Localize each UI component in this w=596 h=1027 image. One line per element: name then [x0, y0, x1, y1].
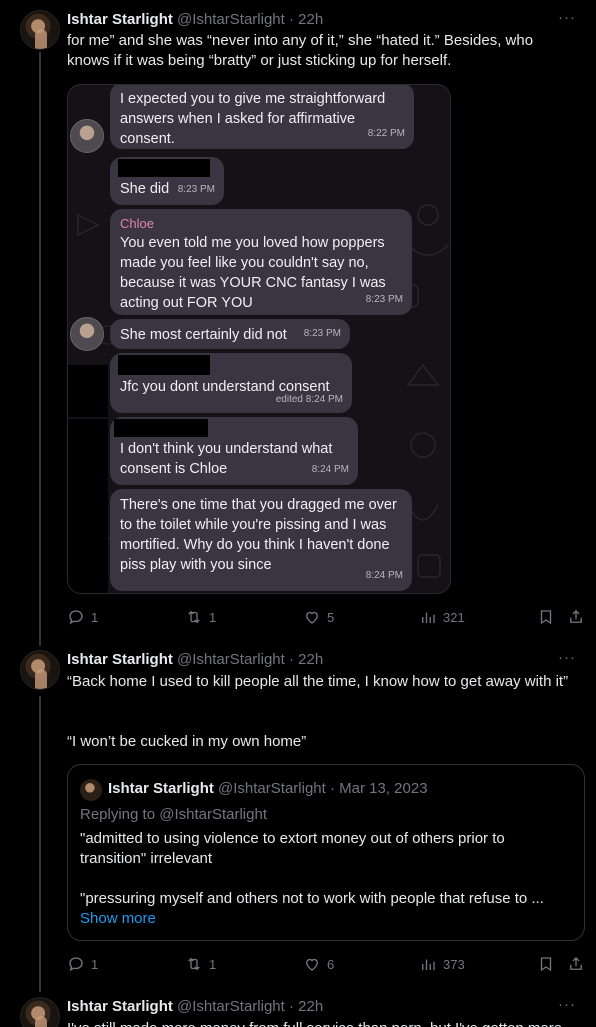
quoted-tweet[interactable]: Ishtar Starlight @IshtarStarlight · Mar …: [67, 764, 585, 941]
chat-message: Chloe You even told me you loved how pop…: [110, 209, 412, 315]
message-text: There's one time that you dragged me ove…: [120, 497, 397, 573]
separator: ·: [288, 998, 294, 1015]
redaction-box: [118, 355, 210, 375]
avatar[interactable]: [20, 997, 60, 1027]
separator: ·: [288, 11, 294, 28]
reply-count: 1: [91, 609, 99, 625]
tweet[interactable]: Ishtar Starlight @IshtarStarlight · 22h …: [0, 0, 596, 640]
sender-name: Chloe: [120, 216, 154, 231]
message-text: She most certainly did not: [120, 327, 287, 343]
more-icon[interactable]: ···: [558, 650, 576, 666]
repost-count: 1: [209, 956, 217, 972]
quoted-author-handle: @IshtarStarlight: [218, 780, 326, 797]
separator: ·: [288, 651, 294, 668]
redaction-box: [68, 419, 108, 593]
views-count: 321: [443, 609, 465, 625]
reply-icon: [69, 957, 83, 972]
quoted-header: Ishtar Starlight @IshtarStarlight · Mar …: [108, 779, 428, 799]
tweet-header: Ishtar Starlight @IshtarStarlight · 22h: [67, 650, 323, 670]
share-button[interactable]: [567, 955, 591, 973]
tweet-text: for me” and she was “never into any of i…: [67, 32, 534, 69]
share-icon: [570, 610, 582, 623]
like-icon: [306, 611, 318, 624]
message-time: 8:23 PM: [177, 184, 215, 195]
tweet-text: “Back home I used to kill people all the…: [67, 673, 569, 690]
views-button[interactable]: 321: [419, 608, 465, 626]
quoted-avatar: [80, 779, 102, 801]
like-button[interactable]: 5: [303, 608, 334, 626]
views-count: 373: [443, 956, 465, 972]
attached-image[interactable]: I expected you to give me straightforwar…: [67, 84, 451, 594]
chat-message: There's one time that you dragged me ove…: [110, 489, 412, 591]
tweet-header: Ishtar Starlight @IshtarStarlight · 22h: [67, 10, 323, 30]
author-name[interactable]: Ishtar Starlight: [67, 651, 173, 668]
more-icon[interactable]: ···: [558, 997, 576, 1013]
avatar[interactable]: [20, 10, 60, 50]
chat-message: I expected you to give me straightforwar…: [110, 85, 414, 149]
like-icon: [306, 958, 318, 971]
author-handle[interactable]: @IshtarStarlight: [177, 11, 285, 28]
like-button[interactable]: 6: [303, 955, 334, 973]
repost-button[interactable]: 1: [185, 608, 216, 626]
reply-button[interactable]: 1: [67, 955, 98, 973]
redaction-box: [68, 365, 108, 417]
message-time: 8:24 PM: [311, 464, 349, 475]
views-icon: [422, 959, 435, 970]
replying-to: Replying to @IshtarStarlight: [80, 806, 267, 823]
author-handle[interactable]: @IshtarStarlight: [177, 651, 285, 668]
repost-count: 1: [209, 609, 217, 625]
message-time: 8:23 PM: [303, 328, 341, 339]
repost-button[interactable]: 1: [185, 955, 216, 973]
message-time: 8:22 PM: [367, 128, 405, 139]
author-handle[interactable]: @IshtarStarlight: [177, 998, 285, 1015]
redaction-box: [114, 419, 208, 437]
message-text: She did: [120, 181, 170, 197]
like-count: 6: [327, 956, 335, 972]
contact-avatar: [70, 317, 104, 351]
share-button[interactable]: [567, 608, 591, 626]
author-name[interactable]: Ishtar Starlight: [67, 998, 173, 1015]
chat-message: She most certainly did not 8:23 PM: [110, 319, 350, 349]
bookmark-button[interactable]: [537, 608, 561, 626]
separator: ·: [329, 780, 335, 797]
message-text: You even told me you loved how poppers m…: [120, 235, 386, 311]
show-more-link[interactable]: Show more: [80, 909, 156, 929]
author-name[interactable]: Ishtar Starlight: [67, 11, 173, 28]
timestamp[interactable]: 22h: [298, 998, 323, 1015]
tweet-actions: 1 1 6 373: [67, 955, 585, 975]
message-time: 8:23 PM: [365, 294, 403, 305]
timestamp[interactable]: 22h: [298, 11, 323, 28]
reply-icon: [69, 610, 83, 625]
message-text: I don't think you understand what consen…: [120, 441, 333, 477]
redaction-box: [118, 159, 210, 177]
share-icon: [570, 957, 582, 970]
tweet-actions: 1 1 5 321: [67, 608, 585, 628]
quoted-date: Mar 13, 2023: [339, 780, 428, 797]
contact-avatar: [70, 119, 104, 153]
tweet[interactable]: Ishtar Starlight @IshtarStarlight · 22h …: [0, 995, 596, 1027]
avatar[interactable]: [20, 650, 60, 690]
quoted-author-name: Ishtar Starlight: [108, 780, 214, 797]
like-count: 5: [327, 609, 335, 625]
bookmark-icon: [540, 957, 552, 972]
reply-button[interactable]: 1: [67, 608, 98, 626]
repost-icon: [188, 957, 200, 971]
tweet-text: “I won’t be cucked in my own home”: [67, 733, 307, 750]
repost-icon: [188, 610, 200, 624]
tweet-header: Ishtar Starlight @IshtarStarlight · 22h: [67, 997, 323, 1017]
quoted-text: "pressuring myself and others not to wor…: [80, 890, 544, 907]
reply-count: 1: [91, 956, 99, 972]
message-text: I expected you to give me straightforwar…: [120, 91, 386, 147]
timestamp[interactable]: 22h: [298, 651, 323, 668]
more-icon[interactable]: ···: [558, 10, 576, 26]
views-icon: [422, 612, 435, 623]
tweet-text: I've still made more money from full ser…: [67, 1019, 577, 1027]
views-button[interactable]: 373: [419, 955, 465, 973]
message-time: edited 8:24 PM: [275, 394, 343, 405]
message-time: 8:24 PM: [365, 570, 403, 581]
bookmark-icon: [540, 610, 552, 625]
quoted-text: "admitted to using violence to extort mo…: [80, 830, 505, 867]
bookmark-button[interactable]: [537, 955, 561, 973]
